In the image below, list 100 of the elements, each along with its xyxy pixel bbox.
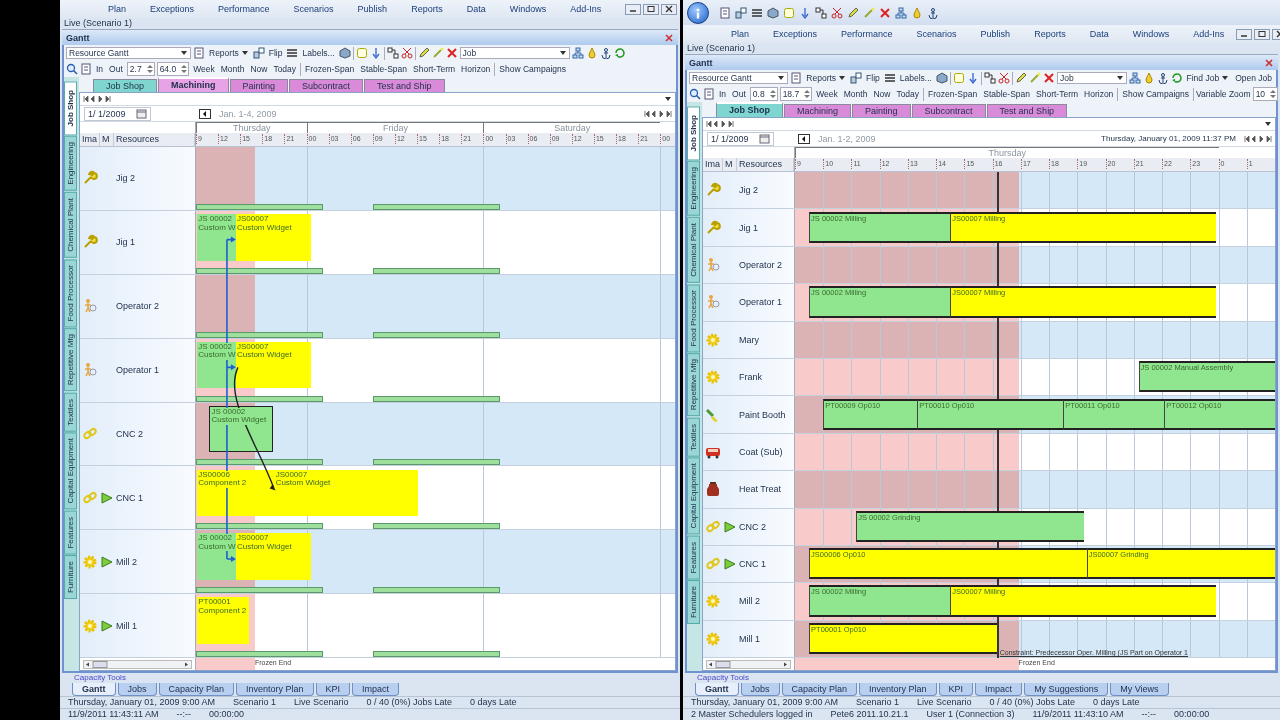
toolbar-button[interactable]: Today — [894, 87, 922, 101]
close-icon[interactable] — [664, 32, 674, 43]
application-button[interactable] — [687, 1, 709, 24]
cross-icon[interactable] — [879, 6, 891, 19]
tab[interactable]: Inventory Plan — [859, 683, 937, 696]
side-tab[interactable]: Furniture — [64, 555, 77, 600]
flip-icon[interactable] — [735, 6, 747, 19]
tab[interactable]: Subcontract — [911, 104, 986, 117]
dropdown[interactable]: Resource Gantt — [66, 47, 191, 59]
menu-item[interactable]: Plan — [719, 29, 761, 39]
toolbar-button[interactable]: Week — [814, 87, 840, 101]
side-tab[interactable]: Food Processor — [64, 258, 77, 328]
number-field[interactable]: 64.0 — [156, 62, 190, 76]
side-tab[interactable]: Repetitive Mfg — [64, 328, 77, 392]
number-field[interactable]: 0.8 — [749, 87, 778, 101]
page-icon[interactable] — [80, 63, 92, 75]
number-field[interactable]: 2.7 — [126, 62, 155, 76]
side-tab[interactable]: Textiles — [64, 392, 77, 432]
toolbar-button[interactable]: Flip — [864, 71, 882, 85]
tab[interactable]: Capacity Plan — [158, 683, 235, 696]
nodes-icon[interactable] — [815, 6, 827, 19]
scissors-icon[interactable] — [400, 47, 413, 59]
close-button[interactable] — [661, 3, 677, 15]
toolbar-button[interactable]: In — [717, 87, 729, 101]
scrollbar-icon[interactable] — [706, 659, 791, 669]
tab[interactable]: Gantt — [695, 683, 739, 696]
dropdown-caret-icon[interactable] — [664, 95, 672, 103]
tab[interactable]: Job Shop — [93, 79, 158, 92]
side-tab[interactable]: Chemical Plant — [687, 217, 700, 283]
menu-button[interactable]: Reports — [207, 46, 251, 60]
anchor-icon[interactable] — [599, 47, 612, 59]
tab[interactable]: KPI — [315, 683, 351, 696]
menu-item[interactable]: Performance — [829, 29, 905, 39]
side-tab[interactable]: Engineering — [64, 136, 77, 192]
lines-icon[interactable] — [751, 6, 763, 19]
tab[interactable]: Painting — [229, 79, 289, 92]
close-icon[interactable] — [1264, 57, 1274, 68]
nodes-icon[interactable] — [386, 47, 399, 59]
menu-item[interactable]: Publish — [968, 29, 1023, 39]
side-tab[interactable]: Capital Equipment — [687, 457, 700, 535]
toolbar-button[interactable]: Show Campaigns — [497, 62, 568, 76]
scrollbar-icon[interactable] — [83, 659, 192, 669]
toolbar-button[interactable]: Out — [730, 87, 748, 101]
scissors-icon[interactable] — [997, 72, 1010, 84]
cross-icon[interactable] — [1042, 72, 1055, 84]
pager-icon[interactable] — [1244, 134, 1272, 143]
cross-icon[interactable] — [445, 47, 458, 59]
pencil-icon[interactable] — [417, 47, 430, 59]
tab[interactable]: Job Shop — [716, 102, 783, 117]
toolbar-button[interactable]: Stable-Span — [358, 62, 409, 76]
anchor-icon[interactable] — [1156, 72, 1169, 84]
tab[interactable]: Impact — [975, 683, 1023, 696]
pager-icon[interactable] — [83, 95, 111, 103]
toolbar-button[interactable]: Month — [218, 62, 247, 76]
nodes-icon[interactable] — [983, 72, 996, 84]
side-tab[interactable]: Features — [64, 510, 77, 555]
search-icon[interactable] — [689, 88, 701, 100]
toolbar-button[interactable]: Labels... — [300, 46, 337, 60]
menu-button[interactable]: Find Job — [1184, 71, 1232, 85]
toolbar-button[interactable]: Week — [191, 62, 217, 76]
menu-item[interactable]: Publish — [345, 4, 400, 14]
pager-icon[interactable] — [706, 120, 734, 128]
toolbar-button[interactable]: Now — [871, 87, 893, 101]
toolbar-button[interactable]: Short-Term — [411, 62, 458, 76]
toolbar-button[interactable]: Frozen-Span — [303, 62, 357, 76]
side-tab[interactable]: Repetitive Mfg — [687, 353, 700, 417]
menu-item[interactable]: Windows — [497, 4, 559, 14]
menu-item[interactable]: Add-Ins — [1181, 29, 1237, 39]
tab[interactable]: Jobs — [117, 683, 157, 696]
tree-icon[interactable] — [571, 47, 584, 59]
toolbar-button[interactable]: Open Job — [1233, 71, 1274, 85]
tab[interactable]: Jobs — [740, 683, 780, 696]
dropdown[interactable]: Resource Gantt — [689, 72, 789, 84]
maximize-button[interactable] — [643, 3, 659, 15]
side-tab[interactable]: Food Processor — [687, 283, 700, 353]
menu-item[interactable]: Reports — [1022, 29, 1078, 39]
toolbar-button[interactable]: Today — [271, 62, 299, 76]
tab[interactable]: Gantt — [72, 683, 116, 696]
menu-item[interactable]: Exceptions — [138, 4, 207, 14]
scroll-left-icon[interactable] — [199, 108, 211, 119]
tree-icon[interactable] — [895, 6, 907, 19]
scissors-icon[interactable] — [831, 6, 843, 19]
pencil-icon[interactable] — [1014, 72, 1027, 84]
menu-item[interactable]: Data — [454, 4, 498, 14]
page-icon[interactable] — [703, 88, 715, 100]
page-icon[interactable] — [193, 47, 205, 59]
tab[interactable]: Subcontract — [289, 79, 364, 92]
anchor-icon[interactable] — [927, 6, 939, 19]
side-tab[interactable]: Chemical Plant — [64, 192, 77, 258]
tab[interactable]: Test and Ship — [986, 104, 1068, 117]
number-field[interactable]: 10 — [1252, 87, 1279, 101]
toolbar-button[interactable]: Stable-Span — [981, 87, 1032, 101]
toolbar-button[interactable]: Month — [841, 87, 870, 101]
side-tab[interactable]: Textiles — [687, 417, 700, 457]
toolbar-button[interactable]: Flip — [266, 46, 285, 60]
menu-item[interactable]: Reports — [399, 4, 455, 14]
search-icon[interactable] — [66, 63, 78, 75]
menu-item[interactable]: Exceptions — [761, 29, 830, 39]
menu-item[interactable]: Data — [1077, 29, 1121, 39]
menu-item[interactable]: Plan — [96, 4, 138, 14]
